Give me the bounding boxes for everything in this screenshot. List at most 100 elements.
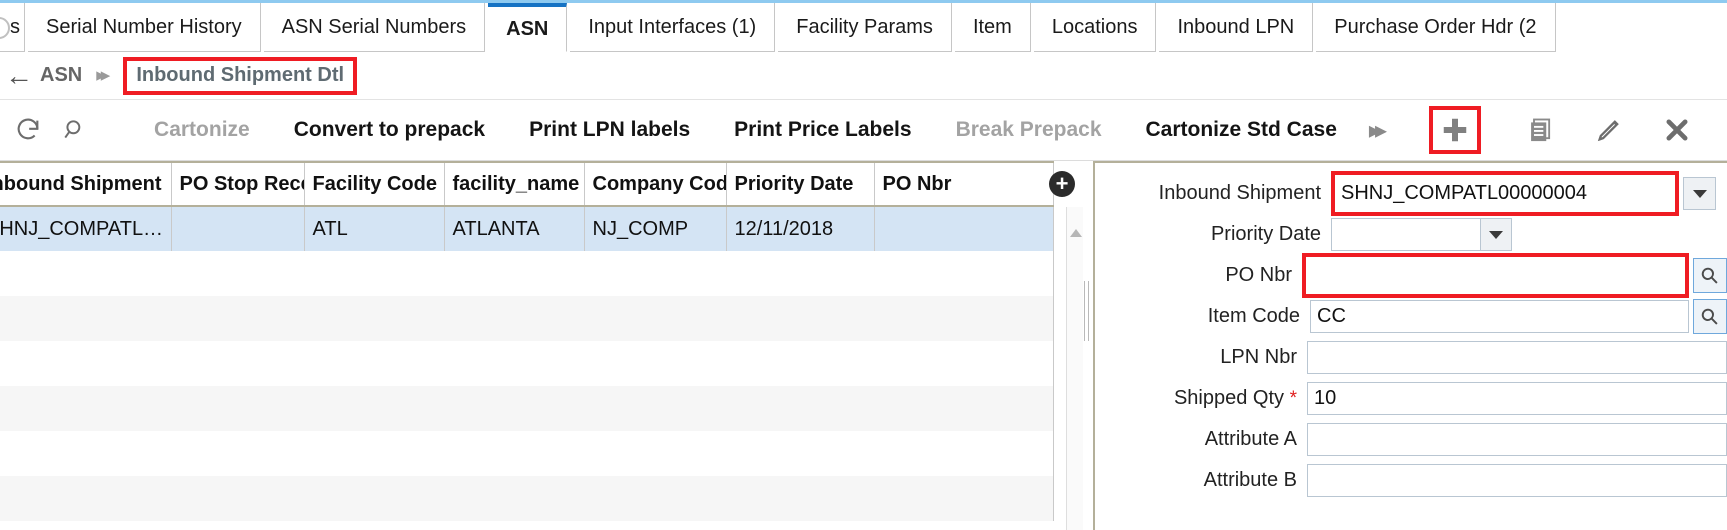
action-print-lpn-labels[interactable]: Print LPN labels [507, 118, 712, 142]
cell-facility-code: ATL [304, 206, 444, 251]
tab-label: ASN [506, 18, 548, 41]
column-header-priority-date[interactable]: Priority Date [726, 162, 874, 206]
field-row-inbound-shipment: Inbound Shipment SHNJ_COMPATL00000004 [1095, 173, 1727, 214]
lpn-nbr-input[interactable] [1307, 341, 1727, 374]
field-label-priority-date: Priority Date [1095, 223, 1331, 246]
attribute-a-input[interactable] [1307, 423, 1727, 456]
cell-po-nbr [874, 206, 1053, 251]
item-code-lookup-icon[interactable]: ⚲ [1693, 299, 1727, 334]
back-arrow-icon[interactable]: ← [2, 62, 36, 90]
inbound-shipment-dropdown-button[interactable] [1683, 177, 1716, 210]
field-label-shipped-qty: Shipped Qty * [1095, 387, 1307, 410]
tab-label: Purchase Order Hdr (2 [1334, 16, 1536, 39]
pencil-icon[interactable] [1575, 116, 1643, 144]
column-header-po-stop-receiv[interactable]: PO Stop Receiv [171, 162, 304, 206]
po-nbr-lookup-icon[interactable]: ⚲ [1693, 258, 1727, 293]
priority-date-input[interactable] [1331, 218, 1481, 251]
field-row-shipped-qty: Shipped Qty * 10 [1095, 378, 1727, 419]
empty-cell [0, 296, 1053, 341]
grid-table: Inbound Shipment PO Stop Receiv Facility… [0, 161, 1054, 521]
shipped-qty-input[interactable]: 10 [1307, 382, 1727, 415]
tab-asn[interactable]: ASN [488, 3, 567, 52]
column-header-company-code[interactable]: Company Code [584, 162, 726, 206]
breadcrumb-item-inbound-shipment-dtl[interactable]: Inbound Shipment Dtl [136, 64, 344, 87]
tab-serial-number-history[interactable]: Serial Number History [28, 3, 261, 52]
breadcrumb-current-highlight: Inbound Shipment Dtl [123, 57, 357, 95]
field-row-attribute-b: Attribute B [1095, 460, 1727, 501]
tab-asn-serial-numbers[interactable]: ASN Serial Numbers [264, 3, 486, 52]
field-row-attribute-a: Attribute A [1095, 419, 1727, 460]
cell-inbound-shipment: SHNJ_COMPATL… [0, 206, 171, 251]
action-cartonize[interactable]: Cartonize [132, 118, 272, 142]
table-row[interactable]: SHNJ_COMPATL… ATL ATLANTA NJ_COMP 12/11/… [0, 206, 1053, 251]
tab-label: Serial Number History [46, 16, 242, 39]
field-row-po-nbr: PO Nbr ⚲ [1095, 255, 1727, 296]
column-header-facility-code[interactable]: Facility Code [304, 162, 444, 206]
field-row-lpn-nbr: LPN Nbr [1095, 337, 1727, 378]
cell-priority-date: 12/11/2018 [726, 206, 874, 251]
detail-form: Inbound Shipment SHNJ_COMPATL00000004 Pr… [1093, 161, 1727, 530]
search-icon[interactable] [53, 117, 96, 143]
tab-input-interfaces[interactable]: Input Interfaces (1) [570, 3, 775, 52]
tab-facility-params[interactable]: Facility Params [778, 3, 952, 52]
tab-purchase-order-hdr[interactable]: Purchase Order Hdr (2 [1316, 3, 1555, 52]
cell-company-code: NJ_COMP [584, 206, 726, 251]
more-actions-icon[interactable]: ▸▸ [1359, 116, 1403, 145]
column-header-facility-name[interactable]: facility_name [444, 162, 584, 206]
item-code-input[interactable]: CC [1310, 300, 1689, 333]
action-convert-to-prepack[interactable]: Convert to prepack [272, 118, 507, 142]
tab-locations[interactable]: Locations [1034, 3, 1157, 52]
table-row[interactable] [0, 341, 1053, 386]
cell-po-stop-receiv [171, 206, 304, 251]
inbound-shipment-input[interactable]: SHNJ_COMPATL00000004 [1335, 175, 1675, 212]
tab-label: Locations [1052, 16, 1138, 39]
field-row-item-code: Item Code CC ⚲ [1095, 296, 1727, 337]
po-nbr-input[interactable] [1306, 257, 1685, 294]
chevron-right-icon: ▸▸ [96, 64, 105, 87]
refresh-icon[interactable] [6, 116, 49, 144]
tab-inbound-lpn[interactable]: Inbound LPN [1159, 3, 1313, 52]
field-label-attribute-a: Attribute A [1095, 428, 1307, 451]
empty-cell [0, 251, 1053, 296]
breadcrumb: ← ASN ▸▸ Inbound Shipment Dtl [0, 52, 1727, 99]
field-label-inbound-shipment: Inbound Shipment [1095, 182, 1331, 205]
copy-icon[interactable] [1507, 116, 1575, 144]
field-label-po-nbr: PO Nbr [1095, 264, 1302, 287]
action-cartonize-std-case[interactable]: Cartonize Std Case [1124, 118, 1359, 142]
required-asterisk-icon: * [1290, 388, 1297, 409]
action-break-prepack[interactable]: Break Prepack [934, 118, 1124, 142]
scroll-up-icon[interactable] [1070, 229, 1082, 237]
grid-vertical-scrollbar[interactable] [1066, 207, 1083, 530]
field-row-priority-date: Priority Date [1095, 214, 1727, 255]
field-label-attribute-b: Attribute B [1095, 469, 1307, 492]
action-toolbar: Cartonize Convert to prepack Print LPN l… [0, 99, 1727, 161]
action-print-price-labels[interactable]: Print Price Labels [712, 118, 933, 142]
empty-cell [0, 341, 1053, 386]
pane-splitter-handle[interactable] [1084, 281, 1089, 341]
priority-date-dropdown-button[interactable] [1481, 218, 1512, 251]
grid-header-row: Inbound Shipment PO Stop Receiv Facility… [0, 162, 1053, 206]
records-grid: Inbound Shipment PO Stop Receiv Facility… [0, 161, 1093, 530]
plus-circle-icon[interactable]: + [1049, 171, 1075, 197]
table-row[interactable] [0, 386, 1053, 431]
plus-icon[interactable] [1440, 115, 1470, 145]
empty-cell [0, 431, 1053, 476]
tab-label: Input Interfaces (1) [588, 16, 756, 39]
attribute-b-input[interactable] [1307, 464, 1727, 497]
column-header-inbound-shipment[interactable]: Inbound Shipment [0, 162, 171, 206]
table-row[interactable] [0, 476, 1053, 521]
inbound-shipment-highlight: SHNJ_COMPATL00000004 [1331, 171, 1679, 216]
table-row[interactable] [0, 251, 1053, 296]
tab-label: Facility Params [796, 16, 933, 39]
tab-label: s [10, 16, 20, 39]
empty-cell [0, 386, 1053, 431]
tab-item[interactable]: Item [955, 3, 1031, 52]
tab-strip: s Serial Number History ASN Serial Numbe… [0, 0, 1727, 52]
close-icon[interactable] [1643, 116, 1711, 144]
column-header-po-nbr[interactable]: PO Nbr [874, 162, 1053, 206]
table-row[interactable] [0, 431, 1053, 476]
breadcrumb-item-asn[interactable]: ASN [40, 64, 82, 87]
cell-facility-name: ATLANTA [444, 206, 584, 251]
table-row[interactable] [0, 296, 1053, 341]
add-button-highlight [1429, 106, 1481, 154]
